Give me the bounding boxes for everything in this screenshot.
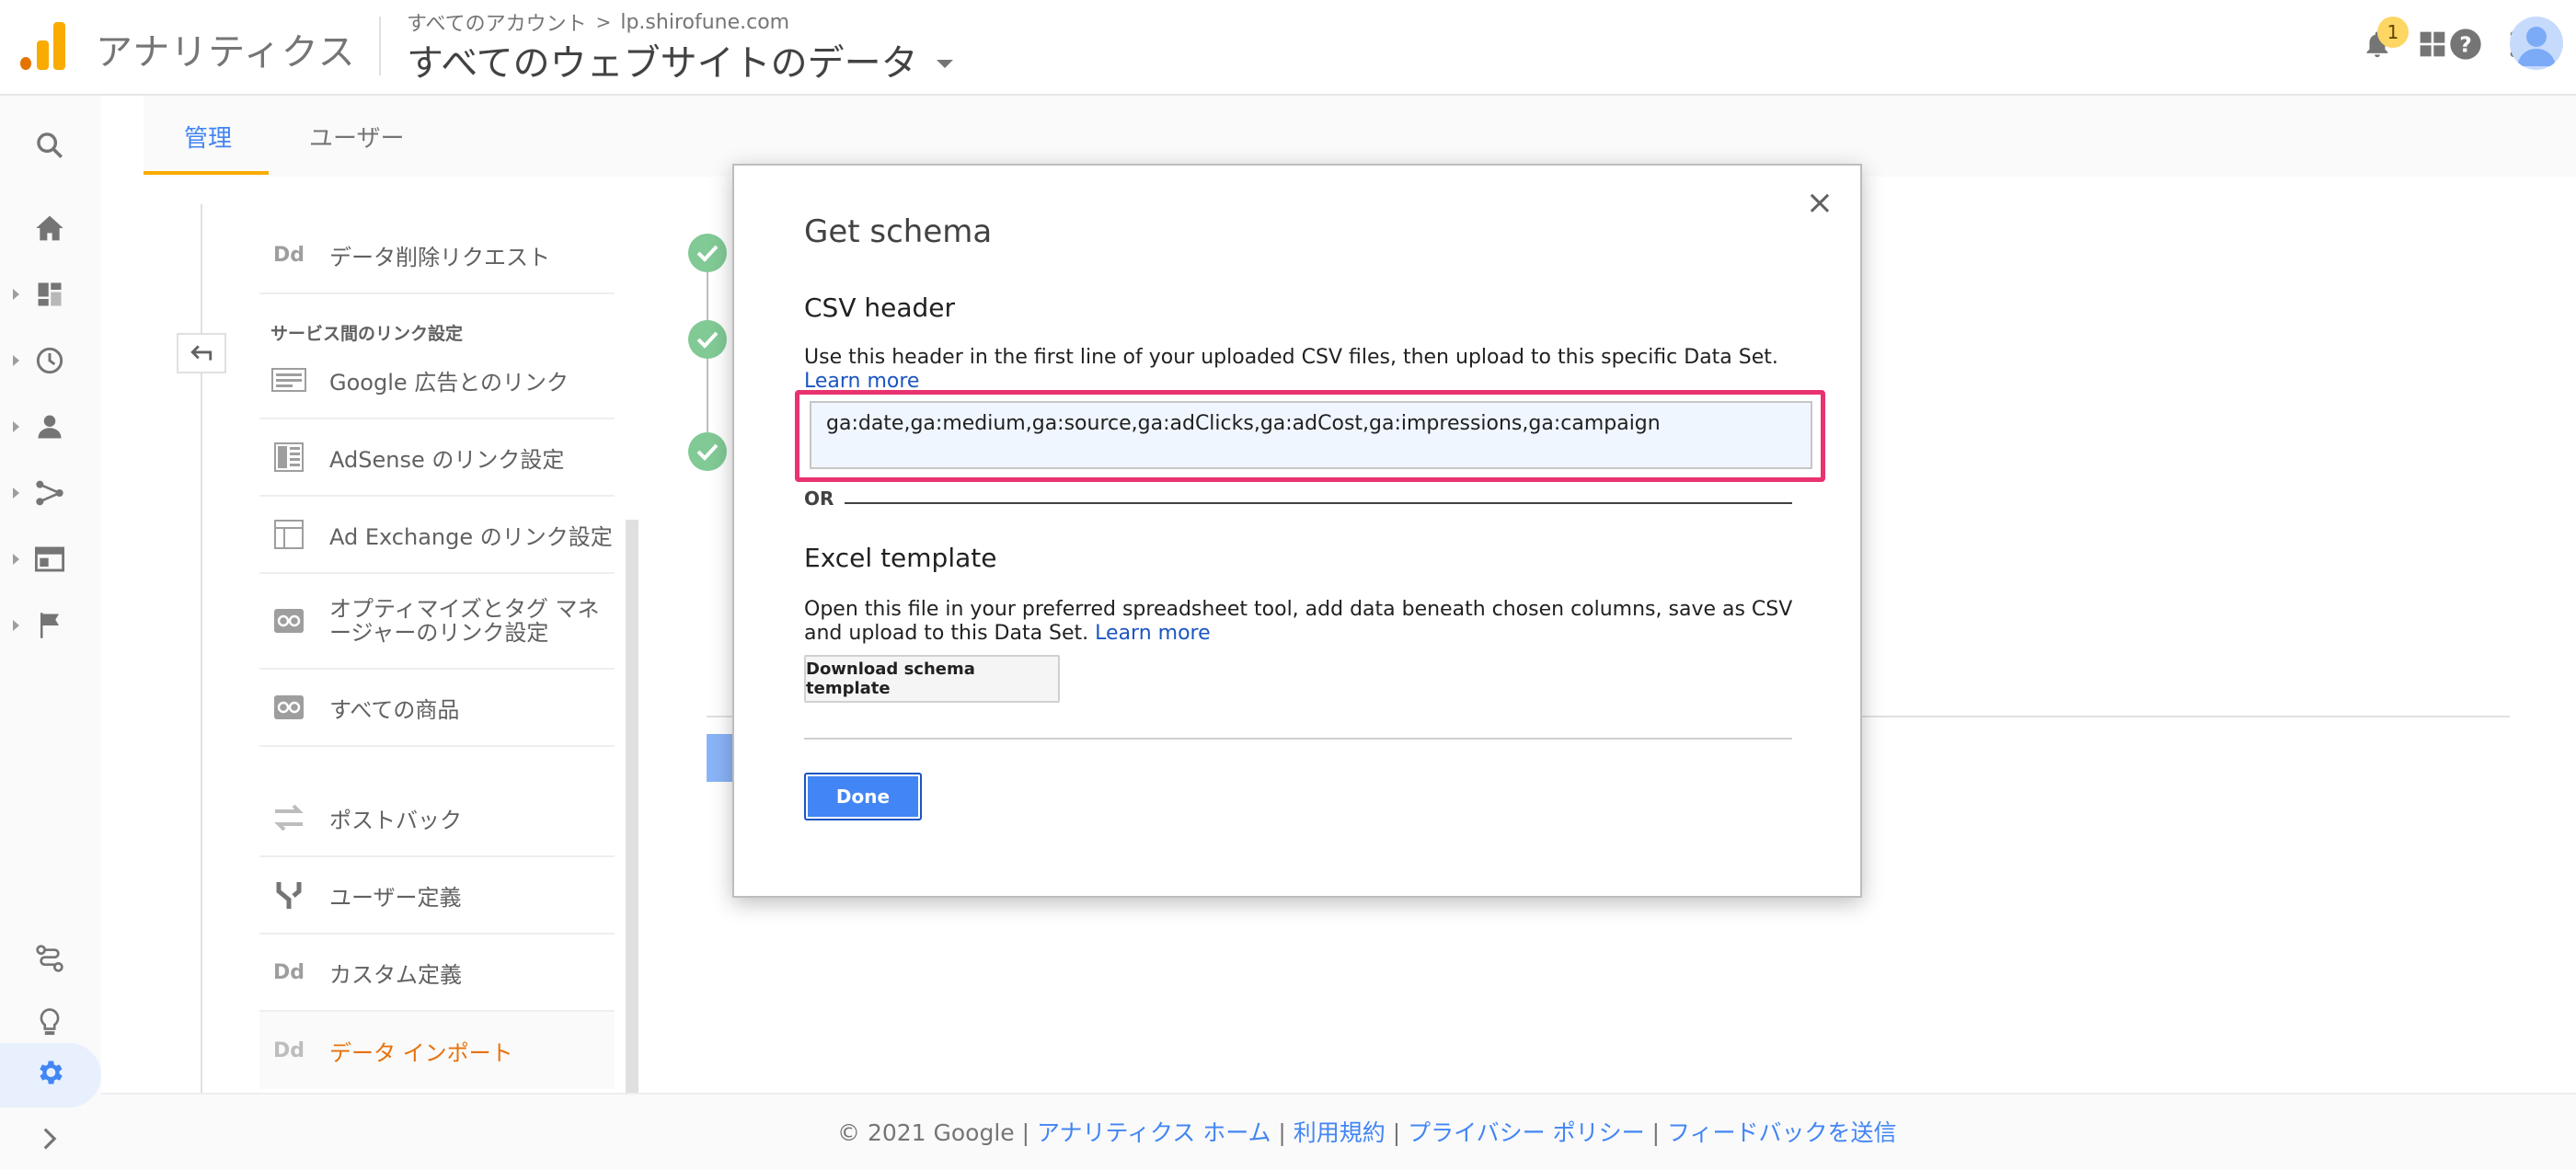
view-title: すべてのウェブサイトのデータ <box>407 42 918 85</box>
menu-item-adsense-link[interactable]: AdSense のリンク設定 <box>259 419 615 497</box>
menu-item-ad-exchange-link[interactable]: Ad Exchange のリンク設定 <box>259 497 615 574</box>
dialog-divider <box>804 738 1792 740</box>
svg-text:?: ? <box>2459 31 2472 57</box>
all-products-icon <box>270 692 307 723</box>
audience-icon[interactable] <box>31 408 68 445</box>
acquisition-icon[interactable] <box>31 475 68 511</box>
menu-item-label: カスタム定義 <box>329 961 462 988</box>
footer-separator: | <box>1651 1119 1660 1146</box>
app-name: アナリティクス <box>96 31 356 74</box>
check-circle-icon <box>688 320 727 359</box>
chevron-down-icon <box>936 59 953 68</box>
breadcrumb-property[interactable]: lp.shirofune.com <box>620 11 789 34</box>
expand-icon[interactable] <box>31 1120 68 1157</box>
menu-item-label: ユーザー定義 <box>329 884 462 911</box>
notification-badge: 1 <box>2377 17 2409 48</box>
check-circle-icon <box>688 234 727 272</box>
header-divider <box>379 17 381 75</box>
admin-gear-icon[interactable] <box>31 1054 68 1091</box>
menu-item-label: データ インポート <box>329 1039 513 1066</box>
dd-icon: Dd <box>272 960 305 984</box>
section-heading-product-linking: サービス間のリンク設定 <box>270 324 464 344</box>
footer-text: © 2021 Google | アナリティクス ホーム | 利用規約 | プライ… <box>837 1115 1896 1148</box>
copyright: © 2021 Google | <box>837 1119 1030 1146</box>
footer-link-privacy[interactable]: プライバシー ポリシー <box>1408 1119 1644 1146</box>
footer: © 2021 Google | アナリティクス ホーム | 利用規約 | プライ… <box>101 1093 2576 1170</box>
menu-item-postback[interactable]: ポストバック <box>259 780 615 857</box>
behavior-icon[interactable] <box>31 541 68 578</box>
postback-icon <box>270 802 307 833</box>
download-schema-template-button[interactable]: Download schema template <box>804 655 1060 703</box>
dialog-title: Get schema <box>804 213 993 250</box>
csv-header-field[interactable]: ga:date,ga:medium,ga:source,ga:adClicks,… <box>810 401 1812 469</box>
avatar[interactable] <box>2510 17 2563 70</box>
menu-item-google-ads-link[interactable]: Google 広告とのリンク <box>259 342 615 419</box>
property-menu-scrollbar[interactable] <box>626 520 638 1093</box>
menu-item-optimize-tagmanager-link[interactable]: オプティマイズとタグ マネージャーのリンク設定 <box>259 574 615 670</box>
collapse-back-button[interactable] <box>177 333 226 373</box>
menu-item-user-definition[interactable]: ユーザー定義 <box>259 857 615 935</box>
excel-learn-more-link[interactable]: Learn more <box>1095 622 1210 645</box>
help-icon[interactable]: ? <box>2444 22 2488 66</box>
home-icon[interactable] <box>31 210 68 247</box>
discover-icon[interactable] <box>31 1004 68 1041</box>
ads-link-icon <box>270 364 307 396</box>
close-icon[interactable]: × <box>1803 184 1836 222</box>
tab-user[interactable]: ユーザー <box>309 120 404 154</box>
left-rail <box>0 96 101 1170</box>
dd-icon: Dd <box>272 243 305 267</box>
optimize-icon <box>270 605 307 637</box>
menu-item-label: すべての商品 <box>329 696 460 723</box>
conversions-icon[interactable] <box>31 607 68 644</box>
csv-header-heading: CSV header <box>804 292 956 323</box>
primary-button-behind-modal <box>707 734 732 782</box>
search-icon[interactable] <box>31 127 68 164</box>
menu-item-label: データ削除リクエスト <box>329 244 550 270</box>
or-separator-label: OR <box>804 488 834 510</box>
adsense-icon <box>270 442 307 473</box>
excel-template-heading: Excel template <box>804 543 997 573</box>
back-arrow-icon <box>190 345 213 361</box>
tab-admin[interactable]: 管理 <box>184 120 232 154</box>
done-button[interactable]: Done <box>804 773 922 820</box>
footer-separator: | <box>1392 1119 1401 1146</box>
analytics-logo[interactable] <box>20 20 66 70</box>
or-separator-line <box>845 502 1792 504</box>
menu-item-label: AdSense のリンク設定 <box>329 446 565 473</box>
get-schema-dialog: × Get schema CSV header Use this header … <box>732 164 1862 898</box>
user-definition-icon <box>270 879 307 911</box>
top-bar: アナリティクス すべてのアカウント > lp.shirofune.com すべて… <box>0 0 2576 96</box>
menu-item-all-products[interactable]: すべての商品 <box>259 670 615 747</box>
footer-link-feedback[interactable]: フィードバックを送信 <box>1667 1119 1897 1146</box>
dd-icon: Dd <box>272 1038 305 1062</box>
menu-item-custom-definition[interactable]: Dd カスタム定義 <box>259 935 615 1012</box>
view-selector[interactable]: すべてのウェブサイトのデータ <box>407 33 953 86</box>
csv-description: Use this header in the first line of you… <box>804 346 1778 394</box>
breadcrumb-separator: > <box>595 11 612 33</box>
footer-separator: | <box>1278 1119 1286 1146</box>
active-tab-indicator <box>144 171 269 175</box>
ad-exchange-icon <box>270 519 307 550</box>
check-circle-icon <box>688 432 727 471</box>
customization-icon[interactable] <box>31 276 68 313</box>
menu-item-label: オプティマイズとタグ マネージャーのリンク設定 <box>329 596 600 646</box>
attribution-icon[interactable] <box>31 940 68 977</box>
csv-description-text: Use this header in the first line of you… <box>804 346 1778 369</box>
menu-item-label: Ad Exchange のリンク設定 <box>329 523 613 550</box>
menu-item-label: Google 広告とのリンク <box>329 369 569 396</box>
menu-item-data-deletion[interactable]: Dd データ削除リクエスト <box>259 217 615 294</box>
footer-link-terms[interactable]: 利用規約 <box>1294 1119 1386 1146</box>
menu-item-data-import[interactable]: Dd データ インポート <box>259 1012 615 1089</box>
excel-description: Open this file in your preferred spreads… <box>804 598 1798 646</box>
realtime-icon[interactable] <box>31 342 68 379</box>
menu-item-label: ポストバック <box>329 807 462 833</box>
excel-description-text: Open this file in your preferred spreads… <box>804 598 1793 645</box>
footer-link-analytics-home[interactable]: アナリティクス ホーム <box>1037 1119 1271 1146</box>
